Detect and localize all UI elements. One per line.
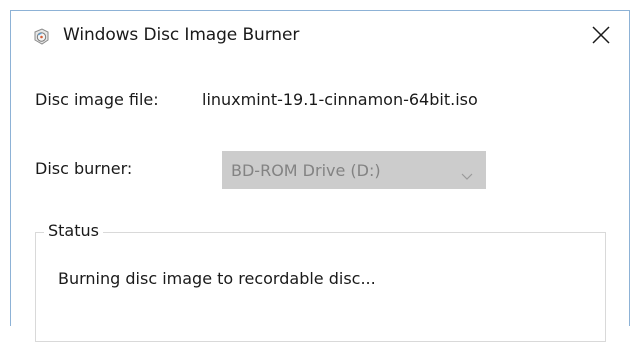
window-title: Windows Disc Image Burner	[63, 25, 300, 45]
title-bar[interactable]: Windows Disc Image Burner	[11, 11, 629, 61]
disc-image-file-label: Disc image file:	[35, 90, 159, 109]
chevron-down-icon	[461, 166, 473, 180]
close-icon	[592, 26, 610, 44]
status-message: Burning disc image to recordable disc...	[58, 269, 376, 288]
disc-image-file-name: linuxmint-19.1-cinnamon-64bit.iso	[202, 90, 478, 109]
disc-burner-selected-value: BD-ROM Drive (D:)	[231, 161, 381, 180]
disc-burner-label: Disc burner:	[35, 159, 133, 178]
close-button[interactable]	[589, 23, 613, 47]
disc-burner-select[interactable]: BD-ROM Drive (D:)	[222, 151, 486, 189]
status-legend: Status	[44, 221, 103, 240]
disc-image-burner-window: Windows Disc Image Burner Disc image fil…	[10, 10, 630, 342]
disc-burner-app-icon	[33, 28, 50, 45]
status-group: Status Burning disc image to recordable …	[35, 221, 606, 342]
